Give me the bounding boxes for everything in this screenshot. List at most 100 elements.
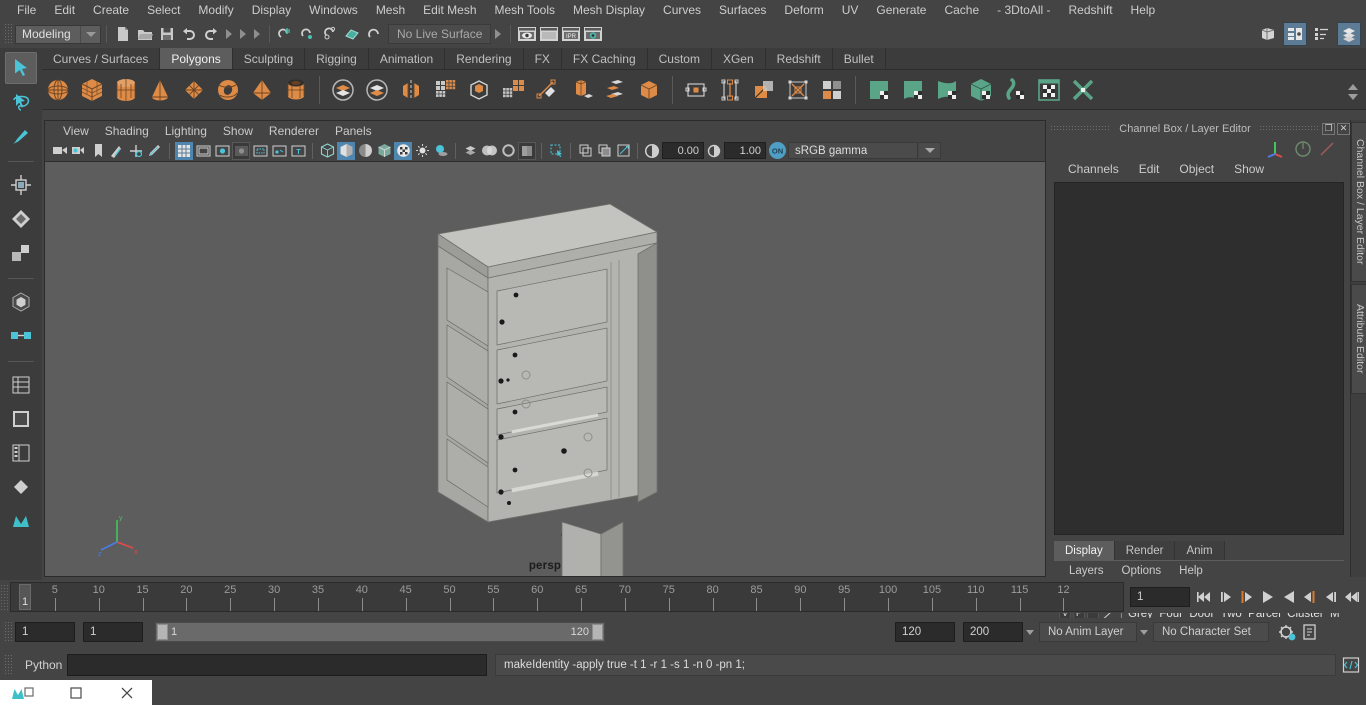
viewport-menu-shading[interactable]: Shading [97,123,157,139]
render-region-icon[interactable] [538,23,560,45]
channel-box-menu-object[interactable]: Object [1169,162,1224,176]
undo-icon[interactable] [178,23,200,45]
move-tool-icon[interactable] [5,169,37,201]
step-back-keyframe-icon[interactable] [1217,587,1234,607]
shadows-icon[interactable] [432,142,450,160]
shelf-tab-animation[interactable]: Animation [368,48,446,69]
uv-planar-icon[interactable] [863,73,895,107]
range-bar-grip[interactable] [4,621,12,643]
play-forwards-icon[interactable] [1280,587,1297,607]
vertical-tab-channel-box[interactable]: Channel Box / Layer Editor [1351,122,1366,282]
step-back-frame-icon[interactable] [1238,587,1255,607]
shelf-tab-custom[interactable]: Custom [647,48,712,69]
menu-item-help[interactable]: Help [1122,0,1165,20]
textured-icon[interactable] [394,141,412,160]
step-forward-keyframe-icon[interactable] [1322,587,1339,607]
bevel-icon[interactable] [599,73,631,107]
animation-preferences-icon[interactable] [1277,622,1297,642]
combine-icon[interactable] [327,73,359,107]
snap-to-curve-icon[interactable] [297,23,319,45]
menu-item-3dtoall[interactable]: - 3DtoAll - [988,0,1059,20]
go-to-end-icon[interactable] [1343,587,1360,607]
gamma-icon[interactable] [705,142,723,160]
paint-select-tool-icon[interactable] [5,120,37,152]
range-start-handle[interactable] [157,624,168,640]
boolean-icon[interactable] [463,73,495,107]
uv-cylindrical-icon[interactable] [897,73,929,107]
menu-item-uv[interactable]: UV [833,0,868,20]
shelf-tab-xgen[interactable]: XGen [711,48,766,69]
close-icon[interactable]: ✕ [1337,122,1350,135]
exposure-field[interactable]: 0.00 [662,142,704,159]
shelf-tab-rigging[interactable]: Rigging [305,48,369,69]
menu-set-selector[interactable]: Modeling [15,24,101,44]
safe-title-icon[interactable]: T [289,142,307,160]
menu-item-windows[interactable]: Windows [300,0,367,20]
create-polygon-tool-icon[interactable] [531,73,563,107]
menu-item-file[interactable]: File [8,0,45,20]
rotate-tool-icon[interactable] [5,203,37,235]
poly-pyramid-icon[interactable] [246,73,278,107]
snap-tool-icon[interactable] [5,320,37,352]
color-profile-selector[interactable]: sRGB gamma [788,142,918,159]
chevron-up-icon[interactable] [1348,84,1358,90]
select-tool-icon[interactable] [5,52,37,84]
use-default-lighting-icon[interactable] [413,142,431,160]
viewport-menu-view[interactable]: View [55,123,97,139]
uv-automatic-icon[interactable] [965,73,997,107]
smooth-shade-icon[interactable] [337,141,355,160]
menu-item-redshift[interactable]: Redshift [1060,0,1122,20]
auto-keyframe-icon[interactable] [1302,622,1318,642]
wireframe-on-shaded-icon[interactable] [375,142,393,160]
shelf-tab-fx-caching[interactable]: FX Caching [561,48,648,69]
open-scene-icon[interactable] [134,23,156,45]
maya-app-icon[interactable] [0,680,51,705]
chevron-down-icon[interactable] [1137,622,1151,642]
menu-item-cache[interactable]: Cache [935,0,988,20]
grid-toggle-icon[interactable] [175,141,193,160]
step-forward-frame-icon[interactable] [1301,587,1318,607]
current-frame-field[interactable]: 1 [1130,586,1190,607]
safe-action-icon[interactable] [270,142,288,160]
snap-to-point-icon[interactable] [319,23,341,45]
separate-icon[interactable] [361,73,393,107]
range-start-field[interactable]: 1 [83,622,143,642]
hypergraph-layout-icon[interactable] [5,471,37,503]
film-gate-icon[interactable] [194,142,212,160]
poly-cube-icon[interactable] [76,73,108,107]
poly-pipe-icon[interactable] [280,73,312,107]
scale-tool-icon[interactable] [5,237,37,269]
shelf-tab-bullet[interactable]: Bullet [832,48,886,69]
select-by-object-icon[interactable] [236,24,250,44]
shelf-tab-polygons[interactable]: Polygons [160,48,233,69]
undock-icon[interactable]: ❐ [1322,122,1335,135]
show-tool-settings-icon[interactable] [1310,22,1334,46]
gamma-field[interactable]: 1.00 [724,142,766,159]
panel-grip-left[interactable] [1050,125,1112,132]
character-set-selector[interactable]: No Character Set [1153,622,1269,642]
anim-layer-selector[interactable]: No Anim Layer [1039,622,1137,642]
menu-item-select[interactable]: Select [138,0,189,20]
maximize-window-icon[interactable] [51,680,102,705]
command-line-grip[interactable] [4,654,12,676]
play-backwards-icon[interactable] [1259,587,1276,607]
flat-shade-icon[interactable] [356,142,374,160]
animation-end-field[interactable]: 200 [963,622,1023,642]
chevron-down-icon[interactable] [80,25,100,43]
persp-layout-icon[interactable] [5,403,37,435]
viewport-menu-panels[interactable]: Panels [327,123,380,139]
color-management-toggle-icon[interactable]: ON [767,142,787,160]
motion-blur-icon[interactable] [480,142,498,160]
channel-box-menu-edit[interactable]: Edit [1129,162,1170,176]
uv-snapshot-icon[interactable] [1067,73,1099,107]
uv-editor-icon[interactable] [1033,73,1065,107]
viewport-menu-show[interactable]: Show [215,123,261,139]
chevron-down-icon[interactable] [1348,94,1358,100]
panel-grip-right[interactable] [1258,125,1320,132]
append-polygon-icon[interactable] [680,73,712,107]
viewport-menu-lighting[interactable]: Lighting [157,123,215,139]
range-end-field[interactable]: 120 [895,622,955,642]
live-surface-field[interactable]: No Live Surface [388,24,492,44]
subdivide-icon[interactable] [497,73,529,107]
poly-torus-icon[interactable] [212,73,244,107]
